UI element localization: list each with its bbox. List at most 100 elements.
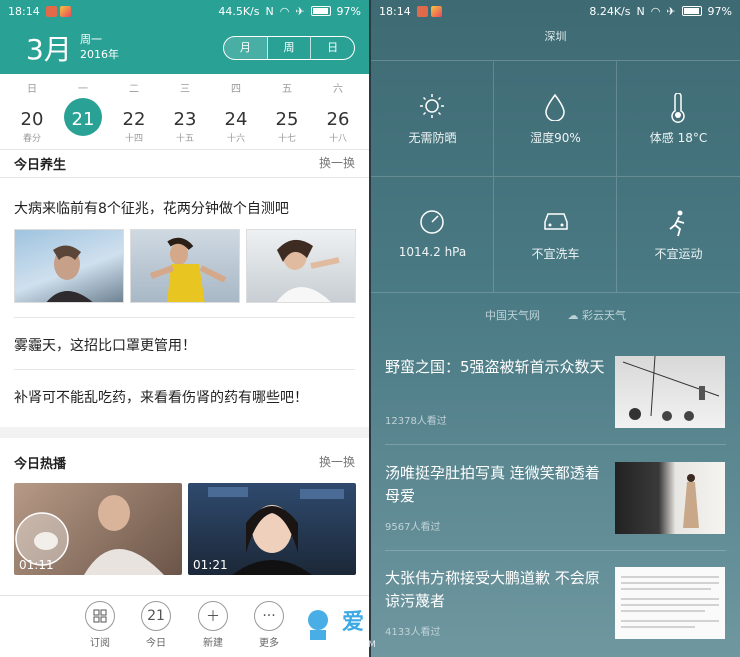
weekday-header: 五 (282, 84, 292, 95)
status-time: 18:14 (8, 4, 40, 18)
tab-day[interactable]: 日 (311, 37, 354, 59)
weekday-header: 三 (180, 84, 190, 95)
nav-new[interactable]: ＋ 新建 (185, 601, 241, 649)
pressure-cell[interactable]: 1014.2 hPa (371, 177, 494, 293)
weather-sources: 中国天气网 ☁ 彩云天气 (371, 307, 740, 323)
weekday-label: 周一 (80, 33, 102, 46)
date-cell[interactable]: 23 (165, 109, 205, 130)
lunar-label: 十四 (124, 134, 143, 144)
hot-card-title: 今日热播 (14, 457, 67, 472)
historic-photo (622, 356, 720, 421)
watermark-logo: 爱 www.GAO7.COM (298, 600, 458, 656)
woman-fatigue-photo (276, 239, 340, 302)
plus-icon: ＋ (198, 601, 228, 631)
status-bar: 18:14 44.5K/s N ◠ ✈ 97% (0, 0, 369, 22)
battery-level: 97% (336, 4, 361, 18)
nav-more-label: 更多 (259, 638, 279, 649)
nav-today-label: 今日 (146, 638, 166, 649)
weekday-header: 二 (129, 84, 139, 95)
date-cell[interactable]: 20 (12, 109, 52, 130)
article-photo[interactable] (246, 229, 356, 303)
robot-logo-icon (308, 610, 328, 640)
article-photo[interactable] (14, 229, 124, 303)
watermark-url: www.GAO7.COM (302, 640, 376, 650)
photo-notification-icon (430, 5, 442, 17)
date-cell[interactable]: 24 (216, 109, 256, 130)
battery-icon (310, 6, 331, 16)
pressure-label: 1014.2 hPa (398, 245, 467, 259)
divider (385, 550, 726, 551)
divider (385, 444, 726, 445)
grid-icon (85, 601, 115, 631)
lunar-label: 十五 (175, 134, 194, 144)
feels-like-label: 体感 18°C (649, 131, 708, 145)
photo-notification-icon (59, 5, 71, 17)
humidity-label: 湿度90% (530, 131, 581, 145)
more-icon: ··· (254, 601, 284, 631)
video-thumbnail[interactable]: 01:21 (188, 483, 356, 575)
weekday-header: 四 (231, 84, 241, 95)
app-notification-icon (45, 5, 57, 17)
divider (0, 177, 369, 178)
tab-week[interactable]: 周 (268, 37, 312, 59)
airplane-mode-icon: ✈ (295, 4, 305, 18)
health-article-2[interactable]: 雾霾天，这招比口罩更管用！ (14, 335, 196, 355)
health-card: 今日养生 换一换 大病来临前有8个征兆，花两分钟做个自测吧 雾霾天，这招比口罩更… (0, 149, 369, 427)
view-switcher: 月 周 日 (223, 36, 355, 60)
month-title[interactable]: 3月 (26, 28, 72, 68)
news-title: 汤唯挺孕肚拍写真 连微笑都透着母爱 (385, 464, 600, 505)
calendar-header: 3月 周一 2016年 月 周 日 (0, 22, 369, 74)
video-duration: 01:11 (19, 558, 54, 572)
car-wash-cell[interactable]: 不宜洗车 (494, 177, 617, 293)
uv-label: 无需防晒 (408, 131, 457, 145)
exercise-label: 不宜运动 (654, 247, 703, 261)
health-article-3[interactable]: 补肾可不能乱吃药，来看看伤肾的药有哪些吧！ (14, 387, 308, 407)
battery-icon (681, 6, 702, 16)
nav-more[interactable]: ··· 更多 (241, 601, 297, 649)
lunar-label: 十八 (328, 134, 347, 144)
news-thumbnail (615, 567, 725, 639)
woman-exercise-photo (149, 237, 227, 302)
watermark-text: 爱 (342, 610, 365, 635)
exercise-cell[interactable]: 不宜运动 (617, 177, 740, 293)
status-time: 18:14 (379, 4, 411, 18)
weekday-header: 六 (333, 84, 343, 95)
lunar-label: 十六 (226, 134, 245, 144)
date-cell[interactable]: 26 (318, 109, 358, 130)
airplane-mode-icon: ✈ (666, 4, 676, 18)
gauge-icon (420, 210, 444, 234)
video-thumbnail[interactable]: 01:11 (14, 483, 182, 575)
nfc-icon: N (636, 4, 645, 18)
news-item[interactable]: 汤唯挺孕肚拍写真 连微笑都透着母爱 9567人看过 (385, 462, 725, 562)
news-item[interactable]: 野蛮之国：5强盗被斩首示众数天 12378人看过 (385, 356, 725, 456)
date-info: 周一 2016年 (80, 32, 119, 62)
thermometer-icon (671, 93, 685, 123)
year-label: 2016年 (80, 48, 119, 61)
news-title: 野蛮之国：5强盗被斩首示众数天 (385, 358, 605, 376)
article-photo[interactable] (130, 229, 240, 303)
source-caiyun[interactable]: 彩云天气 (582, 309, 626, 322)
health-refresh-button[interactable]: 换一换 (319, 154, 355, 171)
nav-today[interactable]: 21 今日 (128, 601, 184, 649)
lunar-label: 十七 (277, 134, 296, 144)
divider (14, 369, 355, 370)
tab-month[interactable]: 月 (224, 37, 268, 59)
city-name[interactable]: 深圳 (371, 28, 740, 44)
wifi-icon: ◠ (650, 4, 661, 18)
hot-refresh-button[interactable]: 换一换 (319, 453, 355, 470)
news-thumbnail (615, 462, 725, 534)
nav-subscribe[interactable]: 订阅 (72, 601, 128, 649)
source-cma[interactable]: 中国天气网 (485, 309, 540, 322)
feels-like-cell[interactable]: 体感 18°C (617, 61, 740, 177)
divider (14, 317, 355, 318)
uv-cell[interactable]: 无需防晒 (371, 61, 494, 177)
running-icon (669, 210, 685, 237)
date-cell[interactable]: 25 (267, 109, 307, 130)
weekday-header: 日 (27, 84, 37, 95)
date-cell-today[interactable]: 21 (63, 109, 103, 130)
wifi-icon: ◠ (279, 4, 290, 18)
news-views: 12378人看过 (385, 416, 447, 427)
date-cell[interactable]: 22 (114, 109, 154, 130)
humidity-cell[interactable]: 湿度90% (494, 61, 617, 177)
health-article-1[interactable]: 大病来临前有8个征兆，花两分钟做个自测吧 (14, 198, 289, 218)
